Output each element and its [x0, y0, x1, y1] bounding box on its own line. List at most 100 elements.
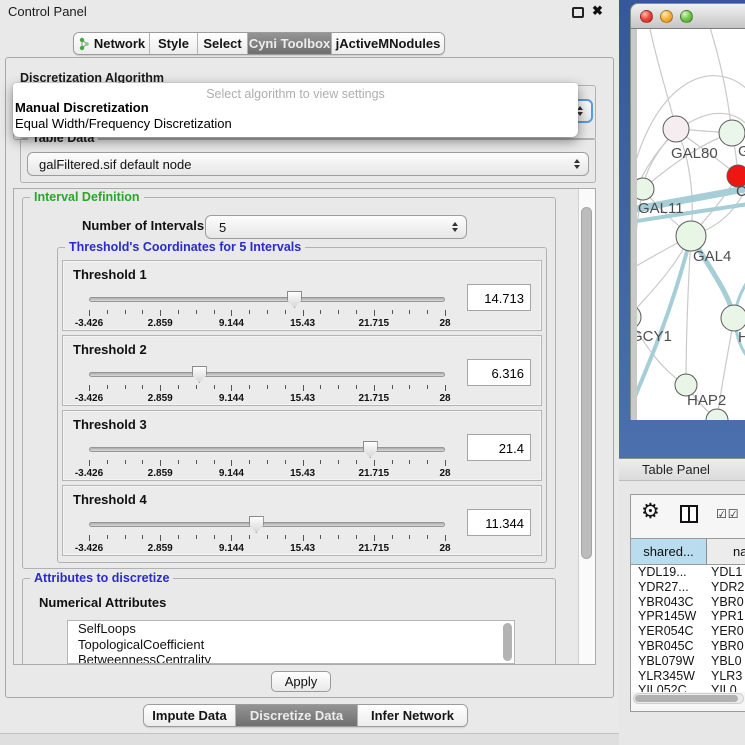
table-cell[interactable]: YLR3	[707, 669, 745, 684]
slider-thumb[interactable]	[287, 291, 302, 308]
table-cell[interactable]: YIL052C	[631, 683, 707, 692]
table-column-header-na[interactable]: na	[707, 538, 745, 565]
tab-infer-network[interactable]: Infer Network	[358, 705, 467, 726]
minimize-traffic-light-icon[interactable]	[660, 10, 673, 23]
table-data-combo[interactable]: galFiltered.sif default node	[27, 152, 589, 176]
slider-thumb[interactable]	[363, 441, 378, 458]
table-cell[interactable]: YPR1	[707, 609, 745, 624]
network-node-h[interactable]	[721, 305, 745, 331]
network-node[interactable]	[706, 409, 728, 420]
slider-tick	[374, 460, 375, 466]
attribute-item-betweennesscentrality[interactable]: BetweennessCentrality	[68, 652, 514, 664]
network-node-gcy1[interactable]	[637, 305, 641, 329]
table-row[interactable]: YER054CYER0	[631, 624, 745, 639]
threshold-value-field[interactable]: 6.316	[467, 359, 531, 386]
slider-track[interactable]	[89, 447, 445, 452]
threshold-value-field[interactable]: 14.713	[467, 284, 531, 311]
zoom-traffic-light-icon[interactable]	[680, 10, 693, 23]
table-row[interactable]: YLR345WYLR3	[631, 669, 745, 684]
slider-tick-label: 28	[439, 318, 450, 329]
float-icon[interactable]	[572, 7, 584, 18]
tab-discretize-data[interactable]: Discretize Data	[236, 705, 358, 726]
table-column-header-shared[interactable]: shared...	[631, 538, 707, 565]
threshold-slider[interactable]: -3.4262.8599.14415.4321.71528	[89, 364, 445, 404]
table-body: YDL19...YDL1YDR27...YDR2YBR043CYBR0YPR14…	[631, 565, 745, 692]
table-cell[interactable]: YDR27...	[631, 580, 707, 595]
tab-label: Infer Network	[371, 708, 454, 723]
slider-track[interactable]	[89, 522, 445, 527]
slider-tick	[356, 460, 357, 464]
numerical-attributes-list[interactable]: SelfLoopsTopologicalCoefficientBetweenne…	[67, 620, 515, 664]
tab-impute-data[interactable]: Impute Data	[144, 705, 236, 726]
tab-network[interactable]: Network	[74, 33, 150, 54]
table-cell[interactable]: YDR2	[707, 580, 745, 595]
table-row[interactable]: YPR145WYPR1	[631, 609, 745, 624]
table-cell[interactable]: YDL19...	[631, 565, 707, 580]
list-scrollbar-thumb[interactable]	[503, 623, 512, 661]
number-of-intervals-combo[interactable]: 5	[205, 215, 467, 239]
slider-tick	[374, 385, 375, 391]
slider-tick	[427, 460, 428, 464]
table-cell[interactable]: YER054C	[631, 624, 707, 639]
table-cell[interactable]: YBL0	[707, 654, 745, 669]
threshold-value-field[interactable]: 21.4	[467, 434, 531, 461]
tab-jactivemnodules[interactable]: jActiveMNodules	[332, 33, 444, 54]
settings-scrollbar-thumb[interactable]	[581, 207, 592, 559]
checkbox-icons[interactable]: ☑☑	[716, 507, 740, 521]
settings-scrollbar[interactable]	[578, 189, 595, 664]
table-cell[interactable]: YDL1	[707, 565, 745, 580]
network-canvas[interactable]: GAL80GACGAL11GAL4GCY1HHAP2	[637, 29, 745, 420]
table-horizontal-scrollbar[interactable]	[633, 693, 744, 704]
network-node-gal4[interactable]	[676, 221, 706, 251]
table-row[interactable]: YBR045CYBR0	[631, 639, 745, 654]
columns-icon[interactable]	[680, 505, 698, 523]
threshold-label: Threshold 1	[73, 267, 147, 282]
table-row[interactable]: YIL052CYIL0	[631, 683, 745, 692]
table-row[interactable]: YBL079WYBL0	[631, 654, 745, 669]
attribute-item-selfloops[interactable]: SelfLoops	[68, 621, 514, 637]
network-window-titlebar[interactable]	[630, 3, 745, 29]
table-panel-titlebar[interactable]: Table Panel	[619, 458, 745, 481]
table-cell[interactable]: YBR043C	[631, 595, 707, 610]
slider-tick	[356, 535, 357, 539]
tab-style[interactable]: Style	[150, 33, 198, 54]
threshold-slider[interactable]: -3.4262.8599.14415.4321.71528	[89, 439, 445, 479]
dropdown-item-equal-width-frequency-discretization[interactable]: Equal Width/Frequency Discretization	[13, 116, 578, 132]
apply-button[interactable]: Apply	[271, 671, 331, 692]
network-icon	[78, 37, 90, 51]
slider-track[interactable]	[89, 297, 445, 302]
slider-tick	[374, 535, 375, 541]
slider-thumb[interactable]	[192, 366, 207, 383]
table-cell[interactable]: YIL0	[707, 683, 745, 692]
network-window-frame: GAL80GACGAL11GAL4GCY1HHAP2	[630, 29, 745, 420]
table-row[interactable]: YDL19...YDL1	[631, 565, 745, 580]
table-cell[interactable]: YPR145W	[631, 609, 707, 624]
threshold-value-field[interactable]: 11.344	[467, 509, 531, 536]
threshold-slider[interactable]: -3.4262.8599.14415.4321.71528	[89, 289, 445, 329]
slider-thumb[interactable]	[249, 516, 264, 533]
close-traffic-light-icon[interactable]	[640, 10, 653, 23]
gear-icon[interactable]: ⚙	[641, 499, 660, 524]
network-node-gal80[interactable]	[663, 116, 689, 142]
table-cell[interactable]: YBR0	[707, 639, 745, 654]
table-row[interactable]: YDR27...YDR2	[631, 580, 745, 595]
slider-tick	[356, 385, 357, 389]
table-cell[interactable]: YBL079W	[631, 654, 707, 669]
slider-tick	[249, 310, 250, 314]
table-cell[interactable]: YLR345W	[631, 669, 707, 684]
table-cell[interactable]: YER0	[707, 624, 745, 639]
table-cell[interactable]: YBR045C	[631, 639, 707, 654]
table-hscrollbar-thumb[interactable]	[635, 695, 738, 702]
tab-cyni-toolbox[interactable]: Cyni Toolbox	[248, 33, 332, 54]
table-row[interactable]: YBR043CYBR0	[631, 595, 745, 610]
threshold-slider[interactable]: -3.4262.8599.14415.4321.71528	[89, 514, 445, 554]
tab-select[interactable]: Select	[198, 33, 248, 54]
slider-track[interactable]	[89, 372, 445, 377]
dropdown-item-manual-discretization[interactable]: Manual Discretization	[13, 100, 578, 116]
slider-tick	[303, 460, 304, 466]
attribute-item-topologicalcoefficient[interactable]: TopologicalCoefficient	[68, 637, 514, 653]
close-icon[interactable]: ✖	[592, 3, 603, 19]
threshold-label: Threshold 2	[73, 342, 147, 357]
network-node-gal11[interactable]	[637, 178, 654, 200]
table-cell[interactable]: YBR0	[707, 595, 745, 610]
